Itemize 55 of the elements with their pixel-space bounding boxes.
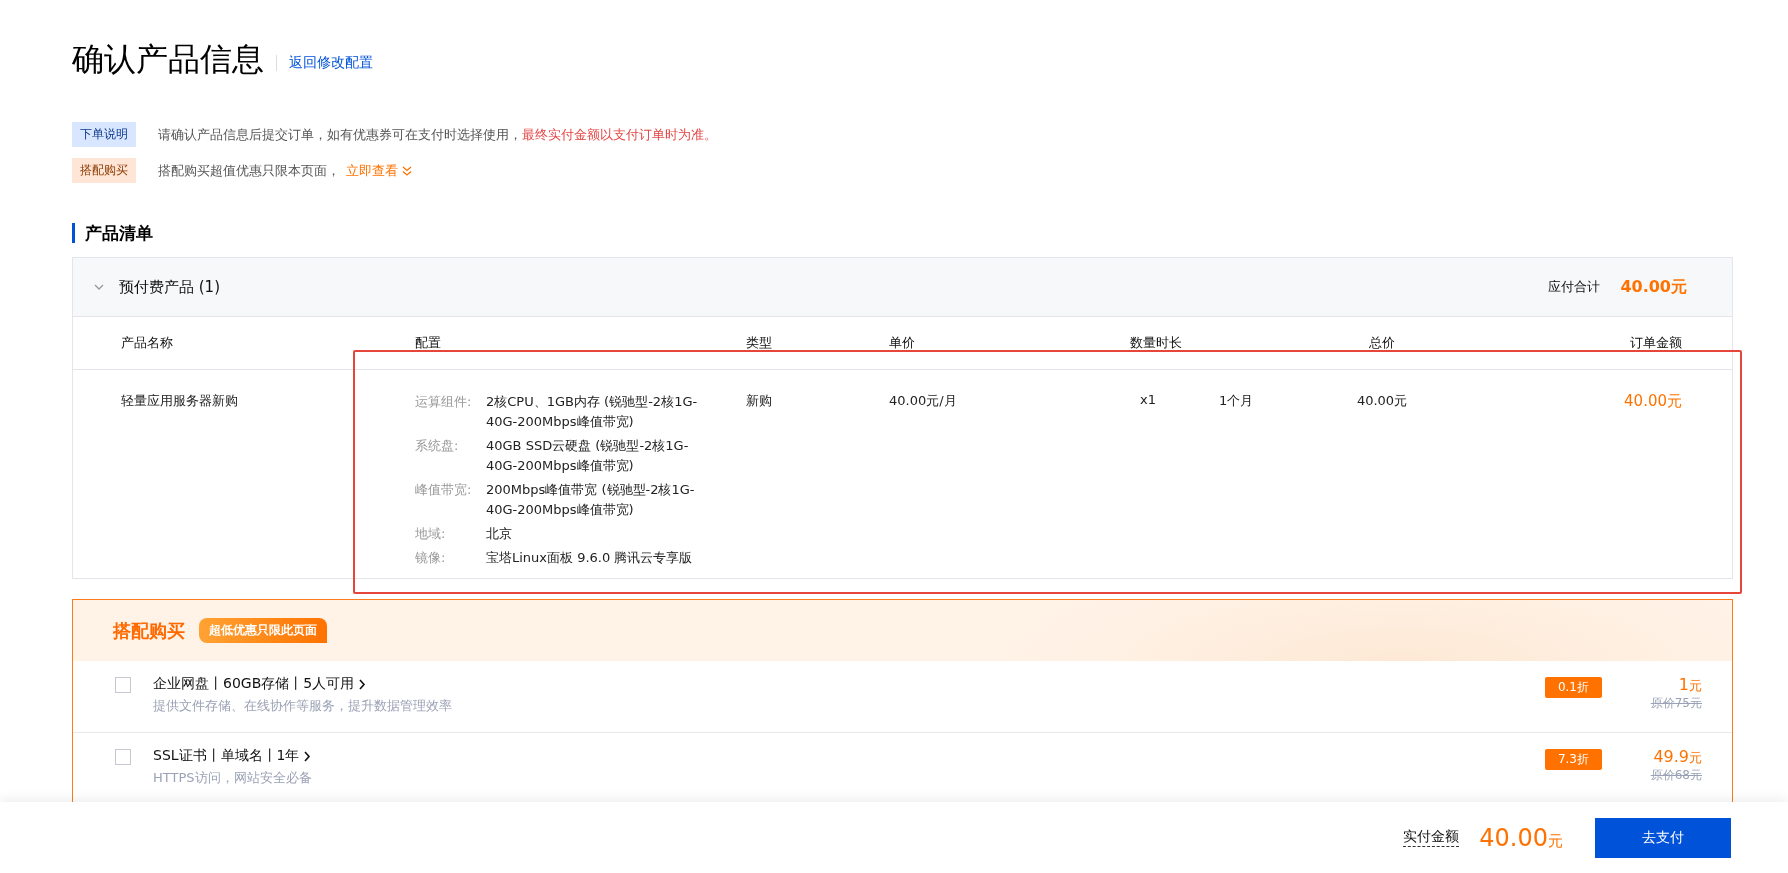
table-cell-text: 轻量应用服务器新购 (121, 392, 239, 410)
notice-text: 请确认产品信息后提交订单，如有优惠券可在支付时选择使用，最终实付金额以支付订单时为准。 (158, 125, 717, 144)
total-label: 应付合计 (1548, 278, 1601, 296)
config-value: 北京 (486, 525, 513, 543)
pay-amount: 40.00元 (1479, 823, 1563, 852)
addon-title: 搭配购买 (113, 618, 185, 643)
notice-tag: 下单说明 (72, 122, 136, 147)
table-cell-text: 40.00元/月 (889, 392, 958, 410)
chevron-right-icon (358, 678, 367, 690)
column-header: 数量 (1129, 334, 1156, 352)
original-price: 原价75元 (1650, 695, 1702, 712)
addon-price: 49.9元 (1653, 747, 1702, 767)
column-header: 单价 (889, 334, 916, 352)
config-label: 镜像: (415, 549, 447, 567)
column-header: 订单金额 (1629, 334, 1682, 352)
page-title: 确认产品信息 (72, 39, 264, 80)
group-title: 预付费产品 (1) (119, 277, 220, 297)
section-title: 产品清单 (72, 223, 1733, 243)
checkbox[interactable] (115, 749, 131, 765)
pay-amount-label: 实付金额 (1403, 828, 1460, 847)
config-value: 宝塔Linux面板 9.6.0 腾讯云专享版 (486, 549, 694, 567)
config-label: 系统盘: (415, 437, 460, 455)
config-label: 地域: (415, 525, 447, 543)
column-header: 类型 (746, 334, 773, 352)
pay-button[interactable]: 去支付 (1595, 817, 1731, 858)
addon-description: 提供文件存储、在线协作等服务，提升数据管理效率 (153, 697, 452, 715)
notice-tag: 搭配购买 (72, 158, 136, 183)
column-header: 时长 (1156, 334, 1183, 352)
config-value: 200Mbps峰值带宽 (锐驰型-2核1G-40G-200Mbps峰值带宽) (486, 481, 696, 519)
back-link[interactable]: 返回修改配置 (289, 54, 373, 72)
table-cell-text: 40.00元 (1623, 392, 1682, 412)
promo-badge: 超低优惠只限此页面 (199, 618, 327, 643)
table-cell-text: 新购 (746, 392, 773, 410)
addon-description: HTTPS访问，网站安全必备 (153, 769, 312, 787)
config-label: 峰值带宽: (415, 481, 473, 499)
addon-price: 1元 (1678, 675, 1702, 695)
total-amount: 40.00元 (1620, 276, 1687, 298)
config-value: 2核CPU、1GB内存 (锐驰型-2核1G-40G-200Mbps峰值带宽) (486, 393, 699, 431)
addon-item-link[interactable]: SSL证书丨单域名丨1年 (153, 747, 312, 765)
addon-item-link[interactable]: 企业网盘丨60GB存储丨5人可用 (153, 675, 452, 693)
discount-badge: 7.3折 (1544, 749, 1602, 770)
table-cell-text: x1 (1139, 392, 1156, 409)
notice-text: 搭配购买超值优惠只限本页面， (158, 161, 340, 180)
config-value: 40GB SSD云硬盘 (锐驰型-2核1G-40G-200Mbps峰值带宽) (486, 437, 690, 475)
checkbox[interactable] (115, 677, 131, 693)
discount-badge: 0.1折 (1544, 677, 1602, 698)
column-header: 总价 (1368, 334, 1396, 352)
table-cell-text: 1个月 (1218, 392, 1255, 410)
table-cell-text: 40.00元 (1355, 392, 1409, 410)
chevron-right-icon (303, 750, 312, 762)
double-chevron-icon (402, 165, 412, 176)
column-header: 产品名称 (121, 334, 174, 352)
column-header: 配置 (415, 334, 442, 352)
config-label: 运算组件: (415, 393, 473, 411)
original-price: 原价68元 (1650, 767, 1702, 784)
